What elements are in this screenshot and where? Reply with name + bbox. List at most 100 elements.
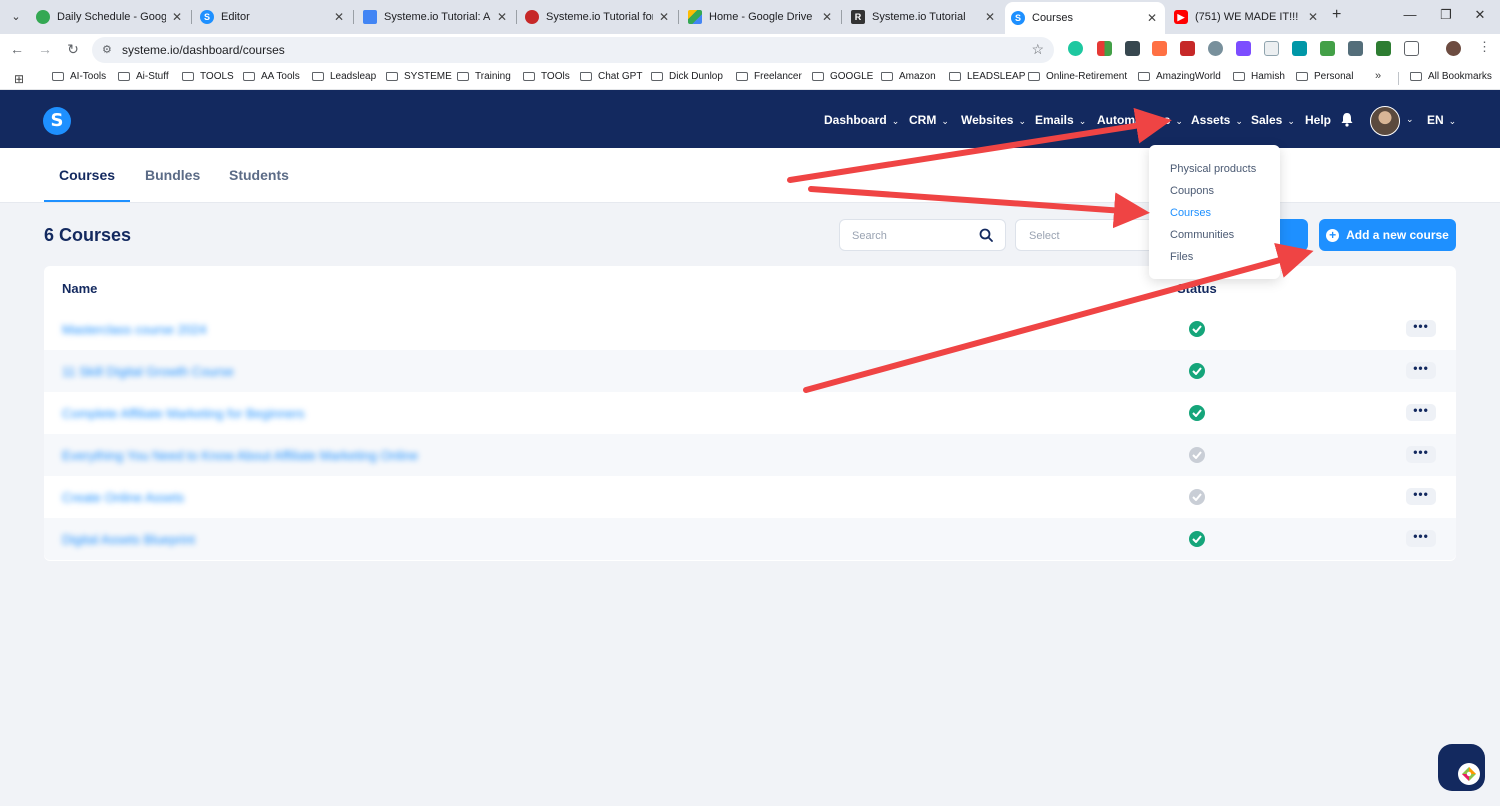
nav-crm[interactable]: CRM ⌄ [909, 113, 949, 127]
bookmark-folder[interactable]: AI-Tools [52, 71, 106, 82]
browser-tab[interactable]: Home - Google Drive ✕ [682, 4, 840, 30]
extensions-puzzle-icon[interactable] [1404, 41, 1419, 56]
close-tab-icon[interactable]: ✕ [1145, 11, 1159, 25]
course-name-link[interactable]: 11 Skill Digital Growth Course [62, 364, 234, 379]
extension-icon[interactable] [1376, 41, 1391, 56]
nav-emails[interactable]: Emails ⌄ [1035, 113, 1086, 127]
extension-icon[interactable] [1292, 41, 1307, 56]
user-avatar[interactable] [1370, 106, 1400, 136]
site-info-icon[interactable]: ⚙ [102, 43, 112, 56]
bookmark-folder[interactable]: Amazon [881, 71, 936, 82]
row-actions-button[interactable]: ••• [1406, 362, 1436, 379]
more-bookmarks-icon[interactable]: » [1375, 70, 1381, 82]
nav-websites[interactable]: Websites ⌄ [961, 113, 1026, 127]
course-name-link[interactable]: Create Online Assets [62, 490, 184, 505]
row-actions-button[interactable]: ••• [1406, 488, 1436, 505]
back-icon[interactable]: ← [8, 41, 26, 57]
restore-icon[interactable]: ❐ [1436, 7, 1456, 23]
close-tab-icon[interactable]: ✕ [1306, 10, 1320, 24]
nav-assets[interactable]: Assets ⌄ [1191, 113, 1243, 127]
reload-icon[interactable]: ↻ [64, 41, 82, 58]
extension-icon[interactable] [1152, 41, 1167, 56]
menu-item-files[interactable]: Files [1170, 251, 1193, 263]
profile-avatar-icon[interactable] [1446, 41, 1461, 56]
bookmark-folder[interactable]: SYSTEME [386, 71, 452, 82]
close-tab-icon[interactable]: ✕ [983, 10, 997, 24]
bookmark-folder[interactable]: TOOls [523, 71, 570, 82]
search-icon[interactable] [979, 228, 993, 242]
course-name-link[interactable]: Everything You Need to Know About Affili… [62, 448, 418, 463]
bookmark-folder[interactable]: Chat GPT [580, 71, 642, 82]
all-bookmarks[interactable]: All Bookmarks [1410, 71, 1492, 82]
close-tab-icon[interactable]: ✕ [820, 10, 834, 24]
bookmark-folder[interactable]: TOOLS [182, 71, 234, 82]
bell-icon[interactable] [1340, 112, 1354, 127]
close-window-icon[interactable]: ✕ [1470, 7, 1490, 23]
row-actions-button[interactable]: ••• [1406, 404, 1436, 421]
bookmark-folder[interactable]: Online-Retirement [1028, 71, 1127, 82]
tab-search-chevron-icon[interactable]: ⌄ [6, 7, 26, 27]
nav-dashboard[interactable]: Dashboard ⌄ [824, 113, 899, 127]
language-selector[interactable]: EN ⌄ [1427, 113, 1456, 127]
tab-students[interactable]: Students [229, 167, 289, 183]
row-actions-button[interactable]: ••• [1406, 530, 1436, 547]
extension-icon[interactable] [1180, 41, 1195, 56]
bookmark-folder[interactable]: Training [457, 71, 511, 82]
extension-grammar-icon[interactable] [1068, 41, 1083, 56]
menu-item-coupons[interactable]: Coupons [1170, 185, 1214, 197]
course-name-link[interactable]: Masterclass course 2024 [62, 322, 207, 337]
address-bar[interactable]: ⚙ systeme.io/dashboard/courses ☆ [92, 37, 1054, 63]
bookmark-folder[interactable]: AA Tools [243, 71, 300, 82]
bookmark-folder[interactable]: Dick Dunlop [651, 71, 723, 82]
menu-item-physical-products[interactable]: Physical products [1170, 163, 1256, 175]
menu-item-communities[interactable]: Communities [1170, 229, 1234, 241]
course-name-link[interactable]: Digital Assets Blueprint [62, 532, 195, 547]
browser-tab[interactable]: Systeme.io Tutorial: A Co ✕ [357, 4, 515, 30]
tab-courses[interactable]: Courses [59, 167, 115, 183]
extension-icon[interactable] [1097, 41, 1112, 56]
filter-select[interactable]: Select [1015, 219, 1155, 251]
close-tab-icon[interactable]: ✕ [657, 10, 671, 24]
bookmark-folder[interactable]: GOOGLE [812, 71, 873, 82]
browser-menu-icon[interactable]: ⋮ [1478, 40, 1491, 56]
bookmark-star-icon[interactable]: ☆ [1031, 41, 1044, 58]
bookmark-folder[interactable]: LEADSLEAP [949, 71, 1025, 82]
chat-badge-icon[interactable] [1458, 763, 1480, 785]
search-input[interactable]: Search [839, 219, 1006, 251]
chevron-down-icon[interactable]: ⌄ [1406, 114, 1414, 125]
browser-tab-active[interactable]: S Courses ✕ [1005, 2, 1165, 34]
browser-tab[interactable]: Systeme.io Tutorial for Be ✕ [519, 4, 677, 30]
minimize-icon[interactable]: — [1400, 7, 1420, 22]
add-new-course-button[interactable]: + Add a new course [1319, 219, 1456, 251]
extension-icon[interactable] [1320, 41, 1335, 56]
new-tab-icon[interactable]: + [1332, 6, 1341, 24]
bookmark-folder[interactable]: Freelancer [736, 71, 802, 82]
nav-automations[interactable]: Automations ⌄ [1097, 113, 1183, 127]
systeme-logo[interactable]: S [43, 107, 71, 135]
wordpress-extension-icon[interactable] [1208, 41, 1223, 56]
bookmark-folder[interactable]: Personal [1296, 71, 1353, 82]
extension-icon[interactable] [1236, 41, 1251, 56]
browser-tab[interactable]: S Editor ✕ [194, 4, 352, 30]
bookmark-folder[interactable]: Hamish [1233, 71, 1285, 82]
browser-tab[interactable]: R Systeme.io Tutorial ✕ [845, 4, 1003, 30]
tab-bundles[interactable]: Bundles [145, 167, 200, 183]
menu-item-courses[interactable]: Courses [1170, 207, 1211, 219]
bookmark-folder[interactable]: Leadsleap [312, 71, 376, 82]
browser-tab[interactable]: Daily Schedule - Google S ✕ [30, 4, 190, 30]
close-tab-icon[interactable]: ✕ [170, 10, 184, 24]
course-name-link[interactable]: Complete Affiliate Marketing for Beginne… [62, 406, 305, 421]
browser-tab[interactable]: ▶ (751) WE MADE IT!!! Novi ✕ [1168, 4, 1326, 30]
row-actions-button[interactable]: ••• [1406, 320, 1436, 337]
nav-sales[interactable]: Sales ⌄ [1251, 113, 1295, 127]
extension-icon[interactable] [1125, 41, 1140, 56]
apps-grid-icon[interactable]: ⊞ [14, 72, 24, 86]
forward-icon[interactable]: → [36, 41, 54, 57]
row-actions-button[interactable]: ••• [1406, 446, 1436, 463]
close-tab-icon[interactable]: ✕ [495, 10, 509, 24]
bookmark-folder[interactable]: AmazingWorld [1138, 71, 1221, 82]
nav-help[interactable]: Help [1305, 113, 1331, 127]
extension-icon[interactable] [1348, 41, 1363, 56]
close-tab-icon[interactable]: ✕ [332, 10, 346, 24]
bookmark-folder[interactable]: Ai-Stuff [118, 71, 169, 82]
